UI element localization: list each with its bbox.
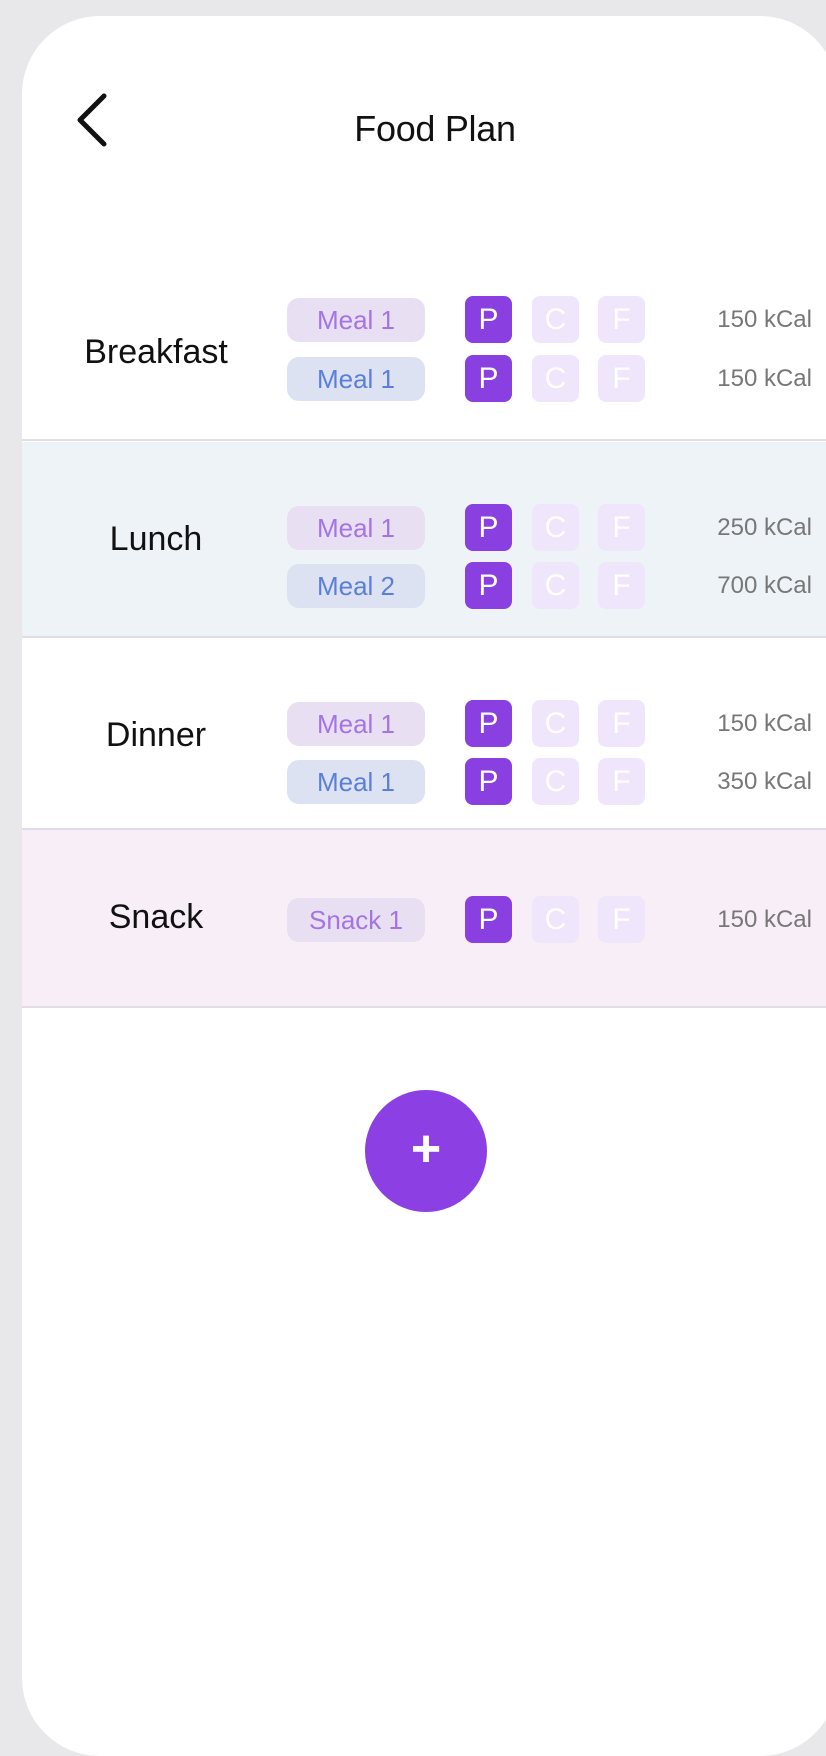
plus-icon: + [410, 1120, 442, 1178]
protein-toggle[interactable]: P [465, 296, 512, 343]
protein-toggle[interactable]: P [465, 562, 512, 609]
calorie-value: 150 kCal [717, 306, 812, 333]
meal-tag[interactable]: Snack 1 [287, 898, 425, 942]
calorie-value: 150 kCal [717, 906, 812, 933]
section-divider [22, 1006, 826, 1008]
carbs-toggle[interactable]: C [532, 355, 579, 402]
fat-toggle[interactable]: F [598, 562, 645, 609]
protein-toggle[interactable]: P [465, 700, 512, 747]
app-header: Food Plan [22, 16, 826, 216]
fat-toggle[interactable]: F [598, 758, 645, 805]
meal-tag[interactable]: Meal 1 [287, 298, 425, 342]
meal-row: Meal 2 P C F 700 kCal [22, 562, 826, 610]
carbs-toggle[interactable]: C [532, 700, 579, 747]
fat-toggle[interactable]: F [598, 504, 645, 551]
protein-toggle[interactable]: P [465, 896, 512, 943]
section-lunch: Lunch Meal 1 P C F 250 kCal Meal 2 P C F… [22, 442, 826, 636]
meal-tag[interactable]: Meal 2 [287, 564, 425, 608]
fat-toggle[interactable]: F [598, 896, 645, 943]
calorie-value: 350 kCal [717, 768, 812, 795]
meal-row: Meal 1 P C F 350 kCal [22, 758, 826, 806]
fat-toggle[interactable]: F [598, 296, 645, 343]
calorie-value: 150 kCal [717, 365, 812, 392]
fat-toggle[interactable]: F [598, 700, 645, 747]
carbs-toggle[interactable]: C [532, 562, 579, 609]
carbs-toggle[interactable]: C [532, 296, 579, 343]
meal-row: Meal 1 P C F 150 kCal [22, 700, 826, 748]
carbs-toggle[interactable]: C [532, 758, 579, 805]
protein-toggle[interactable]: P [465, 355, 512, 402]
meal-row: Snack 1 P C F 150 kCal [22, 896, 826, 944]
section-breakfast: Breakfast Meal 1 P C F 150 kCal Meal 1 P… [22, 268, 826, 440]
fat-toggle[interactable]: F [598, 355, 645, 402]
section-divider [22, 439, 826, 441]
meal-row: Meal 1 P C F 150 kCal [22, 355, 826, 403]
carbs-toggle[interactable]: C [532, 896, 579, 943]
meal-tag[interactable]: Meal 1 [287, 760, 425, 804]
page-title: Food Plan [354, 108, 516, 149]
add-meal-button[interactable]: + [365, 1090, 487, 1212]
calorie-value: 150 kCal [717, 710, 812, 737]
meal-tag[interactable]: Meal 1 [287, 357, 425, 401]
carbs-toggle[interactable]: C [532, 504, 579, 551]
meal-row: Meal 1 P C F 250 kCal [22, 504, 826, 552]
section-dinner: Dinner Meal 1 P C F 150 kCal Meal 1 P C … [22, 638, 826, 828]
calorie-value: 250 kCal [717, 514, 812, 541]
protein-toggle[interactable]: P [465, 758, 512, 805]
protein-toggle[interactable]: P [465, 504, 512, 551]
phone-screen: Food Plan Breakfast Meal 1 P C F 150 kCa… [22, 16, 826, 1756]
meal-tag[interactable]: Meal 1 [287, 506, 425, 550]
meal-tag[interactable]: Meal 1 [287, 702, 425, 746]
section-snack: Snack Snack 1 P C F 150 kCal [22, 830, 826, 1006]
meal-row: Meal 1 P C F 150 kCal [22, 296, 826, 344]
calorie-value: 700 kCal [717, 572, 812, 599]
